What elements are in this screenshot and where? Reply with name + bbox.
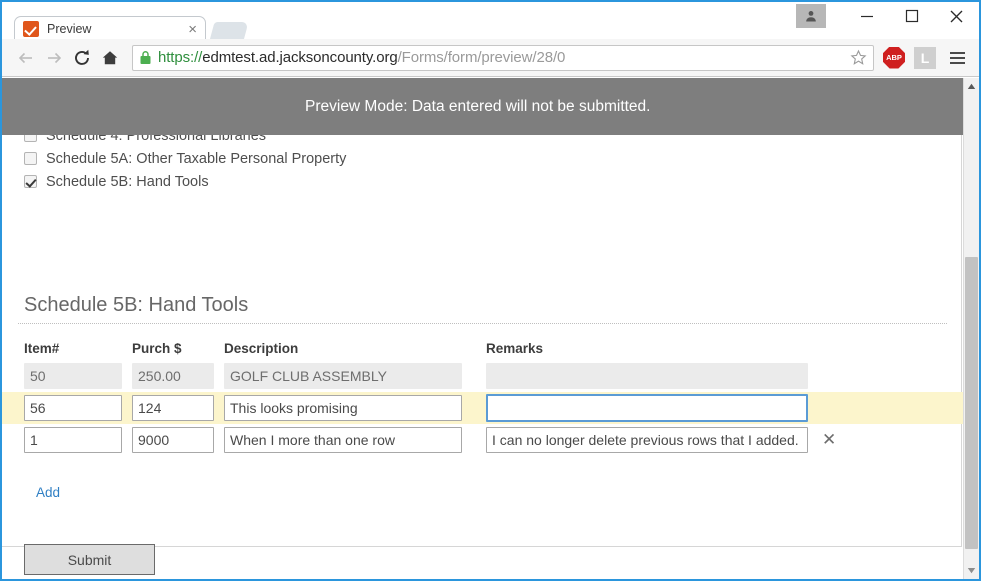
add-row-link[interactable]: Add [36, 485, 60, 500]
vertical-scrollbar[interactable] [963, 78, 979, 579]
schedule-5b-label: Schedule 5B: Hand Tools [46, 174, 209, 190]
column-header-remarks: Remarks [486, 341, 808, 356]
browser-window: Preview × [0, 0, 981, 581]
checkmark-favicon-icon [23, 21, 39, 37]
url-path: /Forms/form/preview/28/0 [398, 49, 566, 66]
row1-purch-input [132, 363, 214, 389]
row3-description-input[interactable] [224, 427, 462, 453]
page-title: Schedule 5B: Hand Tools [24, 294, 248, 317]
table-row: ✕ [2, 424, 963, 456]
tab-title: Preview [47, 22, 188, 36]
row2-item-input[interactable] [24, 395, 122, 421]
row1-description-input [224, 363, 462, 389]
window-controls [796, 2, 979, 39]
extension-l-icon[interactable]: L [914, 47, 936, 69]
column-header-purch: Purch $ [132, 341, 214, 356]
checkbox-schedule-5a[interactable] [24, 152, 37, 165]
schedule-5a-label: Schedule 5A: Other Taxable Personal Prop… [46, 151, 346, 167]
sidebar-item-schedule-5b[interactable]: Schedule 5B: Hand Tools [24, 170, 724, 193]
column-header-item: Item# [24, 341, 122, 356]
title-divider [18, 323, 947, 324]
preview-mode-text: Preview Mode: Data entered will not be s… [305, 98, 650, 116]
table-row [2, 360, 963, 392]
address-bar[interactable]: https://edmtest.ad.jacksoncounty.org/For… [132, 45, 874, 71]
scrollbar-thumb[interactable] [965, 257, 978, 549]
scroll-down-arrow-icon[interactable] [964, 562, 979, 579]
grid-header-row: Item# Purch $ Description Remarks [2, 336, 963, 360]
preview-mode-banner: Preview Mode: Data entered will not be s… [2, 78, 963, 135]
adblock-plus-icon[interactable]: ABP [883, 47, 905, 69]
url-text: https://edmtest.ad.jacksoncounty.org/For… [158, 49, 844, 66]
chrome-menu-icon[interactable] [945, 46, 969, 70]
table-row [2, 392, 963, 424]
row3-item-input[interactable] [24, 427, 122, 453]
row1-item-input [24, 363, 122, 389]
url-scheme: https:// [158, 49, 202, 66]
row2-remarks-input[interactable] [486, 394, 808, 422]
row3-purch-input[interactable] [132, 427, 214, 453]
url-host: edmtest.ad.jacksoncounty.org [202, 49, 397, 66]
secure-lock-icon [139, 50, 152, 65]
sidebar-item-schedule-5a[interactable]: Schedule 5A: Other Taxable Personal Prop… [24, 147, 724, 170]
scroll-up-arrow-icon[interactable] [964, 78, 979, 95]
close-tab-icon[interactable]: × [188, 22, 197, 37]
web-page-content: Schedule 1: Leased or Rented Personal Pr… [2, 78, 963, 579]
row3-remarks-input[interactable] [486, 427, 808, 453]
maximize-button[interactable] [889, 2, 934, 30]
delete-row-icon[interactable]: ✕ [822, 431, 836, 448]
close-window-button[interactable] [934, 2, 979, 30]
minimize-button[interactable] [844, 2, 889, 30]
hand-tools-grid: Item# Purch $ Description Remarks [2, 336, 963, 456]
row2-purch-input[interactable] [132, 395, 214, 421]
row2-description-input[interactable] [224, 395, 462, 421]
browser-tab-preview[interactable]: Preview × [14, 16, 206, 41]
home-icon[interactable] [96, 44, 124, 72]
bookmark-star-icon [850, 49, 867, 66]
checkbox-schedule-5b[interactable] [24, 175, 37, 188]
tab-strip: Preview × [2, 2, 979, 39]
row1-remarks-input [486, 363, 808, 389]
user-avatar-icon[interactable] [796, 4, 826, 28]
browser-toolbar: https://edmtest.ad.jacksoncounty.org/For… [2, 39, 979, 77]
submit-button[interactable]: Submit [24, 544, 155, 575]
reload-icon[interactable] [68, 44, 96, 72]
column-header-description: Description [224, 341, 462, 356]
forward-arrow-icon[interactable] [40, 44, 68, 72]
page-viewport: Schedule 1: Leased or Rented Personal Pr… [2, 78, 979, 579]
back-arrow-icon[interactable] [12, 44, 40, 72]
